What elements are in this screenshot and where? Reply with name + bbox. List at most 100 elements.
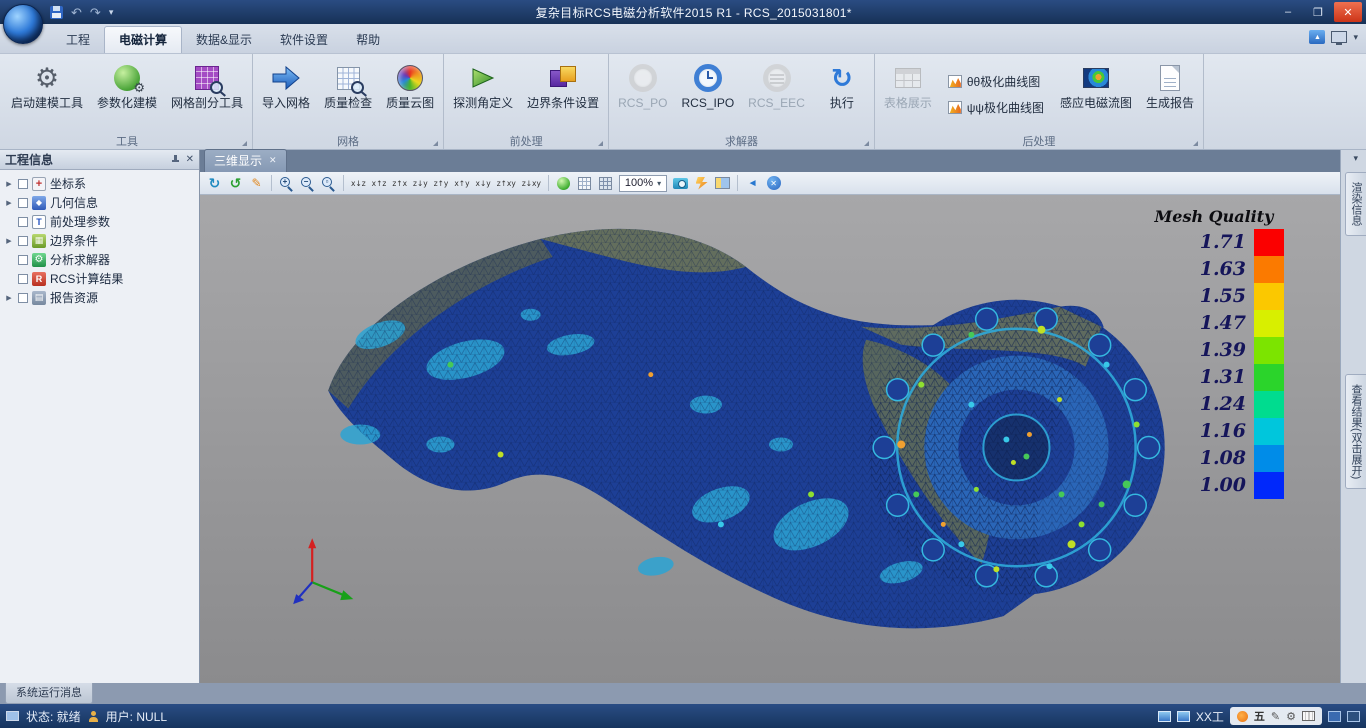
tree-item-geometry-info[interactable]: ▶ 几何信息 — [0, 193, 199, 212]
close-button[interactable]: ✕ — [1334, 2, 1362, 22]
view-preset-button[interactable]: x↓y — [474, 174, 493, 193]
tree-item-boundary-conditions[interactable]: ▶ 边界条件 — [0, 231, 199, 250]
back-icon[interactable]: ◄ — [743, 174, 762, 193]
system-messages-tab[interactable]: 系统运行消息 — [5, 683, 93, 704]
zoom-window-icon[interactable]: ▫ — [319, 174, 338, 193]
generate-report-button[interactable]: 生成报告 — [1140, 56, 1200, 133]
taskbar-app-icon[interactable] — [1177, 711, 1190, 722]
tree-checkbox[interactable] — [18, 217, 28, 227]
execute-button[interactable]: ↻ 执行 — [813, 56, 871, 133]
tree-item-rcs-results[interactable]: RCS计算结果 — [0, 269, 199, 288]
view-preset-button[interactable]: x↑z — [370, 174, 389, 193]
view-preset-button[interactable]: z↓y — [411, 174, 430, 193]
ribbon-collapse-icon[interactable]: ▲ — [1309, 30, 1325, 44]
render-info-tab[interactable]: 渲染信息 — [1345, 172, 1366, 236]
tab-project[interactable]: 工程 — [52, 27, 104, 53]
app-logo-icon[interactable] — [3, 4, 43, 44]
launch-modeling-tool-button[interactable]: ⚙ 启动建模工具 — [5, 56, 89, 133]
panel-close-icon[interactable]: ✕ — [186, 154, 194, 165]
tab-em-computation[interactable]: 电磁计算 — [104, 26, 182, 53]
tree-checkbox[interactable] — [18, 198, 28, 208]
probe-angle-button[interactable]: 探测角定义 — [447, 56, 519, 133]
zoom-out-icon[interactable]: − — [298, 174, 317, 193]
view-preset-button[interactable]: z↑y — [432, 174, 451, 193]
tray-icon[interactable] — [1347, 711, 1360, 722]
zoom-select[interactable]: 100% ▾ — [619, 175, 667, 192]
menu-tab-bar: 工程 电磁计算 数据&显示 软件设置 帮助 ▲ ▾ — [0, 24, 1366, 54]
group-dialog-launcher[interactable] — [1193, 141, 1198, 146]
import-mesh-button[interactable]: 导入网格 — [256, 56, 316, 133]
group-dialog-launcher[interactable] — [433, 141, 438, 146]
clear-view-icon[interactable]: ✕ — [764, 174, 783, 193]
input-method-bar[interactable]: 五 ✎ ⚙ — [1230, 707, 1322, 725]
group-dialog-launcher[interactable] — [242, 141, 247, 146]
expander-icon[interactable]: ▶ — [4, 180, 14, 188]
layout-icon[interactable] — [713, 174, 732, 193]
quality-check-button[interactable]: 质量检查 — [318, 56, 378, 133]
zoom-in-icon[interactable]: + — [277, 174, 296, 193]
ime-keyboard-icon[interactable] — [1302, 711, 1315, 721]
grid-toggle-icon[interactable] — [575, 174, 594, 193]
ime-logo-icon[interactable] — [1237, 711, 1248, 722]
expander-icon[interactable]: ▶ — [4, 237, 14, 245]
ime-settings-icon[interactable]: ⚙ — [1286, 710, 1296, 723]
tree-checkbox[interactable] — [18, 293, 28, 303]
view-preset-button[interactable]: x↓z — [349, 174, 368, 193]
tab-software-settings[interactable]: 软件设置 — [266, 27, 342, 53]
pin-icon[interactable] — [170, 154, 180, 165]
rcs-ipo-button[interactable]: RCS_IPO — [675, 56, 740, 133]
zoom-dropdown-icon[interactable]: ▾ — [657, 179, 661, 188]
tabrow-dropdown-icon[interactable]: ▾ — [1353, 32, 1358, 43]
view-preset-button[interactable]: x↑y — [452, 174, 471, 193]
expander-icon[interactable]: ▶ — [4, 199, 14, 207]
orbit-icon[interactable]: ↻ — [205, 174, 224, 193]
shaded-mode-icon[interactable] — [554, 174, 573, 193]
group-dialog-launcher[interactable] — [598, 141, 603, 146]
tab-close-icon[interactable]: ✕ — [269, 155, 277, 166]
light-icon[interactable] — [692, 174, 711, 193]
minimize-button[interactable]: – — [1274, 2, 1302, 22]
tree-item-preprocess-params[interactable]: 前处理参数 — [0, 212, 199, 231]
document-tab-strip: 三维显示 ✕ — [200, 150, 1340, 172]
tree-checkbox[interactable] — [18, 179, 28, 189]
capture-icon[interactable] — [671, 174, 690, 193]
undo-icon[interactable]: ↶ — [71, 6, 82, 19]
group-dialog-launcher[interactable] — [864, 141, 869, 146]
tree-checkbox[interactable] — [18, 236, 28, 246]
theta-polarization-curve-button[interactable]: θθ极化曲线图 — [942, 71, 1050, 92]
measure-icon[interactable]: ✎ — [247, 174, 266, 193]
psi-polarization-curve-button[interactable]: ψψ极化曲线图 — [942, 97, 1050, 118]
viewport-3d[interactable]: Mesh Quality 1.71 1.63 1.55 1.47 1.39 1.… — [200, 195, 1340, 683]
view-preset-button[interactable]: z↑x — [390, 174, 409, 193]
dock-dropdown-icon[interactable]: ▾ — [1353, 153, 1358, 164]
rotate-icon[interactable]: ↺ — [226, 174, 245, 193]
tree-item-coordinate-system[interactable]: ▶ 坐标系 — [0, 174, 199, 193]
tree-item-analysis-solver[interactable]: 分析求解器 — [0, 250, 199, 269]
expander-icon[interactable]: ▶ — [4, 294, 14, 302]
tray-icon[interactable] — [1328, 711, 1341, 722]
tree-checkbox[interactable] — [18, 274, 28, 284]
view-results-tab[interactable]: 查看结果(双击展开) — [1345, 374, 1366, 489]
tab-3d-display[interactable]: 三维显示 ✕ — [204, 149, 287, 172]
user-text: 用户: NULL — [106, 708, 167, 725]
save-icon[interactable] — [50, 6, 63, 19]
view-preset-button[interactable]: z↑xy — [495, 174, 518, 193]
ime-pen-icon[interactable]: ✎ — [1271, 710, 1280, 723]
tab-data-display[interactable]: 数据&显示 — [182, 27, 266, 53]
wireframe-toggle-icon[interactable] — [596, 174, 615, 193]
ime-mode[interactable]: 五 — [1254, 708, 1265, 724]
maximize-button[interactable]: ❐ — [1304, 2, 1332, 22]
quality-contour-button[interactable]: 质量云图 — [380, 56, 440, 133]
tab-help[interactable]: 帮助 — [342, 27, 394, 53]
boundary-settings-button[interactable]: 边界条件设置 — [521, 56, 605, 133]
taskbar-app-icon[interactable] — [1158, 711, 1171, 722]
tree-checkbox[interactable] — [18, 255, 28, 265]
parametric-modeling-button[interactable]: 参数化建模 — [91, 56, 163, 133]
redo-icon[interactable]: ↷ — [90, 6, 101, 19]
tree-item-report-resources[interactable]: ▶ 报告资源 — [0, 288, 199, 307]
status-bar: 状态: 就绪 用户: NULL XX工 五 ✎ ⚙ — [0, 704, 1366, 728]
display-style-icon[interactable] — [1331, 31, 1347, 43]
induced-current-map-button[interactable]: 感应电磁流图 — [1054, 56, 1138, 133]
view-preset-button[interactable]: z↓xy — [520, 174, 543, 193]
mesh-partition-tool-button[interactable]: 网格剖分工具 — [165, 56, 249, 133]
